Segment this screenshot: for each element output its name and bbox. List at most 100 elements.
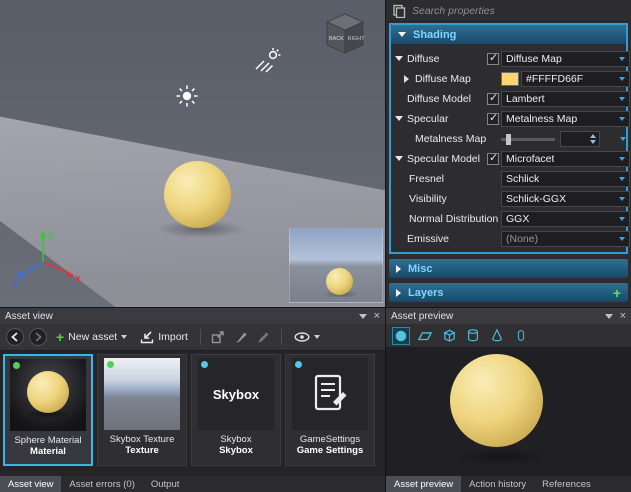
property-row-diffuse: Diffuse Diffuse Map <box>391 49 626 69</box>
forward-button[interactable] <box>29 328 47 346</box>
navigation-cube[interactable]: BACK RIGHT <box>319 9 371 59</box>
axis-x-label: X <box>75 274 81 284</box>
spin-up-icon[interactable] <box>590 134 596 138</box>
cylinder-primitive-button[interactable] <box>464 327 482 345</box>
cylinder-icon <box>466 328 480 343</box>
dropdown-value: Schlick-GGX <box>502 193 566 205</box>
metalness-slider[interactable] <box>501 138 555 141</box>
expander-icon[interactable] <box>395 116 403 121</box>
asset-preview-viewport[interactable] <box>386 348 631 476</box>
add-layer-button[interactable]: + <box>613 286 621 300</box>
property-label: Specular <box>407 113 448 125</box>
collapse-icon <box>398 32 406 37</box>
chevron-down-icon <box>619 97 625 101</box>
diffuse-model-checkbox[interactable] <box>487 93 499 105</box>
tab-references[interactable]: References <box>534 476 599 492</box>
scene-sphere-entity[interactable] <box>164 161 231 228</box>
asset-type: Game Settings <box>297 445 364 456</box>
sphere-primitive-button[interactable] <box>392 327 410 345</box>
specular-model-checkbox[interactable] <box>487 153 499 165</box>
specular-dropdown[interactable]: Metalness Map <box>501 111 630 127</box>
sphere-icon <box>394 329 408 343</box>
import-button[interactable]: Import <box>136 329 192 346</box>
asset-status-dot <box>107 361 114 368</box>
property-label: Emissive <box>407 233 449 245</box>
diffuse-color-value[interactable]: #FFFFD66F <box>521 71 630 87</box>
search-properties-input[interactable] <box>412 5 625 17</box>
fresnel-dropdown[interactable]: Schlick <box>501 171 630 187</box>
diffuse-dropdown[interactable]: Diffuse Map <box>501 51 630 67</box>
cone-primitive-button[interactable] <box>488 327 506 345</box>
close-icon[interactable]: × <box>374 311 380 321</box>
new-asset-button[interactable]: + New asset <box>52 329 131 345</box>
dropdown-value: Microfacet <box>502 153 554 165</box>
tab-action-history[interactable]: Action history <box>461 476 534 492</box>
brush-button[interactable] <box>232 328 250 346</box>
asset-tile-skybox[interactable]: Skybox Skybox Skybox <box>191 354 281 466</box>
close-icon[interactable]: × <box>620 311 626 321</box>
window-menu-icon[interactable] <box>605 314 613 319</box>
plane-icon <box>417 329 433 343</box>
directional-light-icon[interactable] <box>253 46 283 73</box>
expander-icon[interactable] <box>404 75 409 83</box>
export-button[interactable] <box>209 328 227 346</box>
toolbar-separator <box>200 329 201 345</box>
tab-asset-errors[interactable]: Asset errors (0) <box>61 476 142 492</box>
chevron-down-icon <box>619 197 625 201</box>
layers-section-header[interactable]: Layers + <box>389 283 628 302</box>
game-settings-icon <box>312 373 348 415</box>
import-icon <box>140 331 154 344</box>
asset-tile-skybox-texture[interactable]: Skybox Texture Texture <box>97 354 187 466</box>
chevron-down-icon[interactable] <box>620 137 626 141</box>
asset-view-panel: Asset view × + New asset <box>0 308 385 492</box>
specular-checkbox[interactable] <box>487 113 499 125</box>
edit-button[interactable] <box>255 328 273 346</box>
asset-preview-panel: Asset preview × <box>386 308 631 492</box>
diffuse-checkbox[interactable] <box>487 53 499 65</box>
chevron-down-icon <box>619 157 625 161</box>
back-button[interactable] <box>6 328 24 346</box>
cube-primitive-button[interactable] <box>440 327 458 345</box>
asset-tile-gamesettings[interactable]: GameSettings Game Settings <box>285 354 375 466</box>
chevron-down-icon <box>314 335 320 339</box>
tab-asset-preview[interactable]: Asset preview <box>386 476 461 492</box>
metalness-value-spinner[interactable] <box>560 131 600 147</box>
plus-icon: + <box>56 332 64 342</box>
diffuse-model-dropdown[interactable]: Lambert <box>501 91 630 107</box>
window-menu-icon[interactable] <box>359 314 367 319</box>
tab-output[interactable]: Output <box>143 476 188 492</box>
property-row-specular-model: Specular Model Microfacet <box>391 149 626 169</box>
scene-viewport[interactable]: BACK RIGHT Y X Z <box>0 0 385 307</box>
slider-thumb[interactable] <box>506 134 511 145</box>
asset-tile-sphere-material[interactable]: Sphere Material Material <box>3 354 93 466</box>
asset-type: Material <box>30 446 66 457</box>
clipboard-icon[interactable] <box>392 4 406 18</box>
normal-distribution-dropdown[interactable]: GGX <box>501 211 630 227</box>
plane-primitive-button[interactable] <box>416 327 434 345</box>
preview-sphere <box>326 268 353 295</box>
spin-down-icon[interactable] <box>590 140 596 144</box>
brush-icon <box>234 330 248 344</box>
chevron-down-icon <box>619 177 625 181</box>
shading-rows: Diffuse Diffuse Map Diffuse Map #FFFFD66… <box>391 44 626 249</box>
diffuse-color-swatch[interactable] <box>501 72 519 86</box>
navcube-right-label: RIGHT <box>348 36 366 42</box>
property-label: Fresnel <box>409 173 444 185</box>
expander-icon[interactable] <box>395 56 403 61</box>
panel-title: Asset view <box>5 311 53 322</box>
capsule-primitive-button[interactable] <box>512 327 530 345</box>
point-light-icon[interactable] <box>175 84 199 108</box>
emissive-dropdown[interactable]: (None) <box>501 231 630 247</box>
expander-icon[interactable] <box>395 156 403 161</box>
metalness-map-editor <box>501 131 630 147</box>
chevron-down-icon <box>619 237 625 241</box>
tab-asset-view[interactable]: Asset view <box>0 476 61 492</box>
visibility-dropdown[interactable]: Schlick-GGX <box>501 191 630 207</box>
misc-section-header[interactable]: Misc <box>389 259 628 278</box>
thumb-sphere <box>27 371 69 413</box>
property-label: Metalness Map <box>415 133 486 145</box>
shading-section: Shading Diffuse Diffuse Map Diffuse Map <box>389 23 628 254</box>
shading-section-header[interactable]: Shading <box>391 25 626 44</box>
specular-model-dropdown[interactable]: Microfacet <box>501 151 630 167</box>
view-options-button[interactable] <box>290 330 324 344</box>
